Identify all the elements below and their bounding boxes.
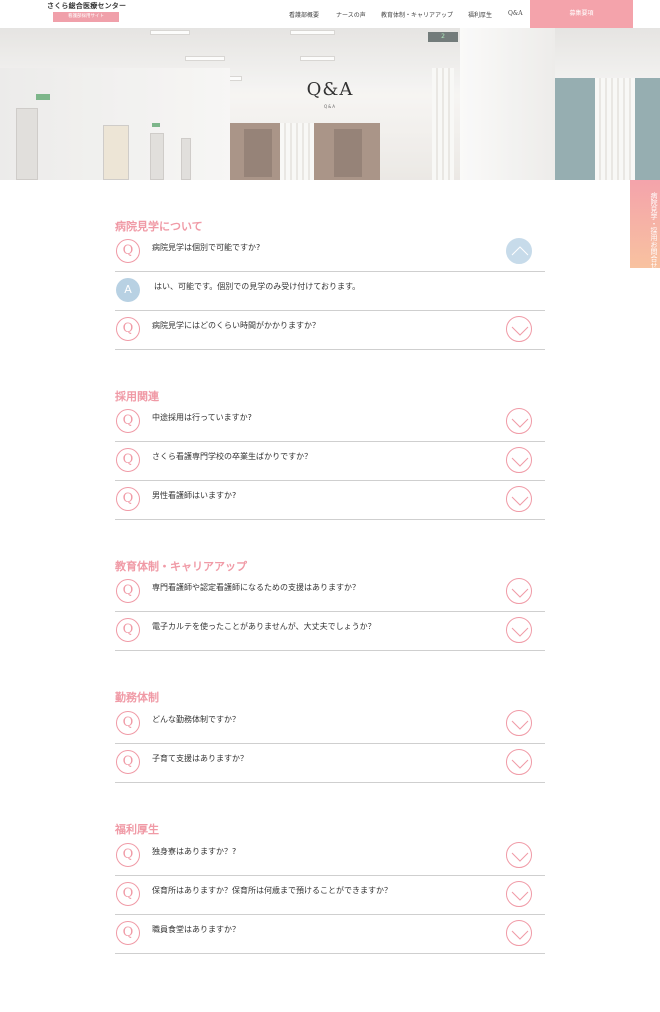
question-text: さくら看護専門学校の卒業生ばかりですか？ bbox=[152, 452, 313, 461]
brand-name[interactable]: さくら総合医療センター bbox=[47, 1, 126, 11]
answer-badge: A bbox=[116, 278, 140, 302]
brand-tag: 看護部採用サイト bbox=[53, 12, 119, 22]
question-badge: Q bbox=[116, 409, 140, 433]
page-subtitle: Q&A bbox=[323, 104, 336, 109]
nav-item-education[interactable]: 教育体制・キャリアアップ bbox=[381, 10, 453, 19]
hero-banner: 2 Q&A Q&A bbox=[0, 28, 660, 180]
question-badge: Q bbox=[116, 750, 140, 774]
question-text: 男性看護師はいますか? bbox=[152, 491, 237, 500]
recruit-button[interactable]: 募集要項 bbox=[530, 0, 633, 28]
question-text: どんな勤務体制ですか？ bbox=[152, 715, 240, 724]
faq-question-row[interactable]: Q 病院見学にはどのくらい時間がかかりますか？ bbox=[115, 311, 545, 350]
chevron-up-icon[interactable] bbox=[506, 238, 532, 264]
category-title: 勤務体制 bbox=[115, 691, 159, 704]
nav-item-overview[interactable]: 看護部概要 bbox=[289, 10, 319, 19]
faq-question-row[interactable]: Q さくら看護専門学校の卒業生ばかりですか？ bbox=[115, 442, 545, 481]
chevron-down-icon[interactable] bbox=[506, 920, 532, 946]
question-badge: Q bbox=[116, 843, 140, 867]
chevron-down-icon[interactable] bbox=[506, 316, 532, 342]
side-inquiry-tab[interactable]: 病院見学・採用お問合せ bbox=[630, 180, 660, 269]
question-badge: Q bbox=[116, 487, 140, 511]
question-text: 病院見学は個別で可能ですか? bbox=[152, 243, 261, 252]
faq-question-row[interactable]: Q 保育所はありますか？保育所は何歳まで預けることができますか？ bbox=[115, 876, 545, 915]
category-title: 採用関連 bbox=[115, 390, 159, 403]
question-text: 職員食堂はありますか？ bbox=[152, 925, 240, 934]
question-badge: Q bbox=[116, 448, 140, 472]
faq-question-row[interactable]: Q 電子カルテを使ったことがありませんが、大丈夫でしょうか？ bbox=[115, 612, 545, 651]
question-badge: Q bbox=[116, 921, 140, 945]
question-text: 中途採用は行っていますか? bbox=[152, 413, 252, 422]
nav-item-welfare[interactable]: 福利厚生 bbox=[468, 10, 492, 19]
site-header: さくら総合医療センター 看護部採用サイト 看護部概要 ナースの声 教育体制・キャ… bbox=[0, 0, 660, 28]
nav-item-nurse-voice[interactable]: ナースの声 bbox=[336, 10, 366, 19]
question-text: 保育所はありますか？保育所は何歳まで預けることができますか？ bbox=[152, 886, 392, 895]
nav-item-qa[interactable]: Q&A bbox=[508, 10, 523, 17]
chevron-down-icon[interactable] bbox=[506, 617, 532, 643]
faq-question-row[interactable]: Q 中途採用は行っていますか? bbox=[115, 403, 545, 442]
question-badge: Q bbox=[116, 239, 140, 263]
page: さくら総合医療センター 看護部採用サイト 看護部概要 ナースの声 教育体制・キャ… bbox=[0, 0, 660, 1012]
faq-question-row[interactable]: Q 男性看護師はいますか? bbox=[115, 481, 545, 520]
question-badge: Q bbox=[116, 711, 140, 735]
chevron-down-icon[interactable] bbox=[506, 486, 532, 512]
chevron-down-icon[interactable] bbox=[506, 408, 532, 434]
question-text: 専門看護師や認定看護師になるための支援はありますか？ bbox=[152, 583, 360, 592]
chevron-down-icon[interactable] bbox=[506, 710, 532, 736]
answer-text: はい、可能です。個別での見学のみ受け付けております。 bbox=[154, 282, 361, 291]
question-text: 独身寮はありますか？? bbox=[152, 847, 237, 856]
question-text: 電子カルテを使ったことがありませんが、大丈夫でしょうか？ bbox=[152, 622, 376, 631]
faq-answer-row: A はい、可能です。個別での見学のみ受け付けております。 bbox=[115, 272, 545, 311]
question-badge: Q bbox=[116, 317, 140, 341]
question-badge: Q bbox=[116, 579, 140, 603]
category-title: 教育体制・キャリアアップ bbox=[115, 560, 247, 573]
question-text: 子育て支援はありますか？ bbox=[152, 754, 248, 763]
chevron-down-icon[interactable] bbox=[506, 578, 532, 604]
faq-question-row[interactable]: Q 職員食堂はありますか？ bbox=[115, 915, 545, 954]
faq-question-row[interactable]: Q 独身寮はありますか？? bbox=[115, 837, 545, 876]
faq-question-row[interactable]: Q 専門看護師や認定看護師になるための支援はありますか？ bbox=[115, 573, 545, 612]
side-tab-label: 病院見学・採用お問合せ bbox=[650, 192, 658, 269]
faq-question-row[interactable]: Q 病院見学は個別で可能ですか? bbox=[115, 233, 545, 272]
question-badge: Q bbox=[116, 882, 140, 906]
category-title: 福利厚生 bbox=[115, 823, 159, 836]
question-text: 病院見学にはどのくらい時間がかかりますか？ bbox=[152, 321, 320, 330]
faq-question-row[interactable]: Q 子育て支援はありますか？ bbox=[115, 744, 545, 783]
chevron-down-icon[interactable] bbox=[506, 842, 532, 868]
chevron-down-icon[interactable] bbox=[506, 881, 532, 907]
question-badge: Q bbox=[116, 618, 140, 642]
page-title: Q&A bbox=[306, 79, 354, 100]
chevron-down-icon[interactable] bbox=[506, 749, 532, 775]
chevron-down-icon[interactable] bbox=[506, 447, 532, 473]
faq-question-row[interactable]: Q どんな勤務体制ですか？ bbox=[115, 705, 545, 744]
category-title: 病院見学について bbox=[115, 220, 203, 233]
